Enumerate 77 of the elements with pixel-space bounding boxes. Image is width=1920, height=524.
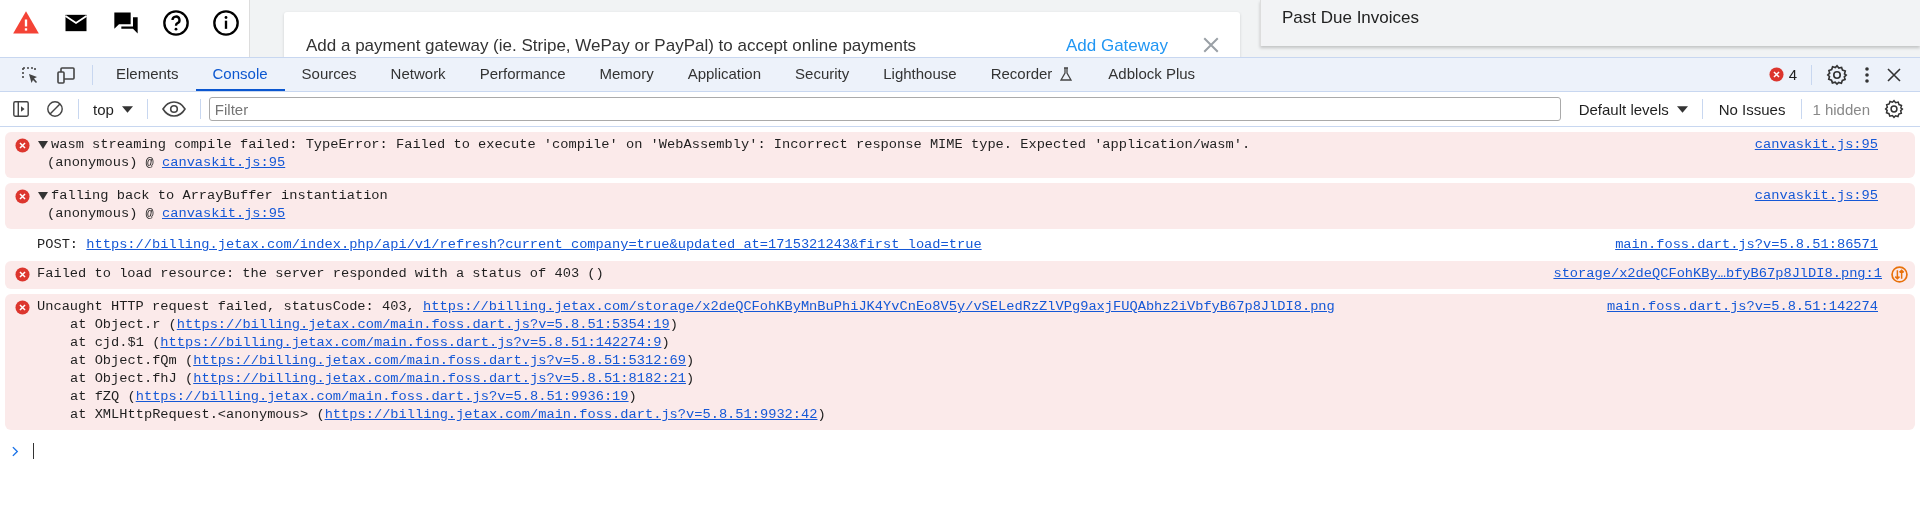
stack-text: at fZQ (: [70, 389, 136, 404]
panel-tab[interactable]: Security: [778, 58, 867, 91]
panel-tab[interactable]: Network: [373, 58, 463, 91]
stack-text: ): [817, 407, 826, 422]
source-link[interactable]: main.foss.dart.js?v=5.8.51:86571: [1615, 236, 1878, 254]
close-icon[interactable]: [1886, 66, 1902, 83]
stack-text: at cjd.$1 (: [70, 335, 161, 350]
message-text: Uncaught HTTP request failed, statusCode: 403,: [37, 299, 416, 314]
stack-text: ): [686, 371, 695, 386]
stack-text: (anonymous) @: [47, 155, 155, 170]
caret-icon: [121, 105, 133, 113]
help-icon[interactable]: [162, 8, 190, 37]
stack-text: at Object.fQm (: [70, 353, 194, 368]
caret-icon: [1676, 105, 1688, 113]
panel-tab[interactable]: Elements: [99, 58, 196, 91]
settings-icon[interactable]: [1826, 63, 1848, 86]
source-link[interactable]: canvaskit.js:95: [1754, 136, 1878, 154]
stack-text: at Object.fhJ (: [70, 371, 194, 386]
inspect-icon[interactable]: [20, 64, 40, 85]
panel-tab[interactable]: Adblock Plus: [1091, 58, 1213, 91]
error-icon: [1768, 67, 1784, 82]
message-text: wasm streaming compile failed: TypeError: Failed to execute 'compile' on 'WebAssembly': Incorrect response MIME type. Expected 'application/wasm'.: [51, 137, 1251, 152]
stack-text: (anonymous) @: [47, 206, 155, 221]
stack-text: ): [628, 389, 637, 404]
source-link[interactable]: main.foss.dart.js?v=5.8.51:142274: [1606, 298, 1878, 316]
banner-text: Add a payment gateway (ie. Stripe, WePay or PayPal) to accept online payments: [306, 36, 917, 56]
stack-text: at Object.r (: [70, 317, 177, 332]
info-icon[interactable]: [212, 8, 240, 37]
filter-field[interactable]: Filter: [208, 97, 1561, 121]
eye-icon[interactable]: [161, 101, 186, 117]
panel-tab[interactable]: Console: [195, 58, 285, 91]
stack-text: ): [669, 317, 678, 332]
sidebar-icon[interactable]: [12, 100, 30, 118]
url-link[interactable]: https://billing.jetax.com/storage/x2deQCFohKByMnBuPhiJK4YvCnEo8V5y/vSELedRzZlVPg9axjFUQAbhz2iVbfyB67p8JlDI8.png: [423, 299, 1335, 314]
more-icon[interactable]: [1864, 64, 1870, 85]
hidden-count: 1 hidden: [1811, 100, 1871, 118]
stack-link[interactable]: https://billing.jetax.com/main.foss.dart.js?v=5.8.51:9932:42: [324, 407, 818, 422]
prompt-icon: [12, 445, 19, 457]
error-count[interactable]: 4: [1760, 66, 1805, 83]
error-count-text: 4: [1788, 66, 1797, 83]
message-text: POST:: [37, 237, 80, 252]
context-dropdown[interactable]: top: [85, 100, 141, 118]
device-icon[interactable]: [56, 64, 78, 85]
url-link[interactable]: https://billing.jetax.com/index.php/api/v1/refresh?current_company=true&updated_at=1715321243&first_load=true: [86, 237, 982, 252]
error-icon: [14, 299, 30, 315]
stack-link[interactable]: https://billing.jetax.com/main.foss.dart.js?v=5.8.51:5312:69: [193, 353, 687, 368]
panel-tab[interactable]: Application: [670, 58, 779, 91]
clear-icon[interactable]: [46, 100, 64, 118]
text-cursor: [33, 443, 34, 459]
expand-arrow-icon[interactable]: [38, 140, 48, 150]
stack-text: ): [661, 335, 670, 350]
panel-tab[interactable]: Performance: [462, 58, 583, 91]
panel-tab[interactable]: Memory: [582, 58, 671, 91]
stack-link[interactable]: canvaskit.js:95: [162, 206, 286, 221]
panel-tab[interactable]: Lighthouse: [866, 58, 974, 91]
message-text: falling back to ArrayBuffer instantiation: [51, 188, 388, 203]
stack-link[interactable]: https://billing.jetax.com/main.foss.dart.js?v=5.8.51:8182:21: [193, 371, 687, 386]
settings-icon[interactable]: [1884, 99, 1904, 119]
stack-link[interactable]: canvaskit.js:95: [162, 155, 286, 170]
message-text: Failed to load resource: the server responded with a status of 403 (): [37, 266, 604, 281]
source-link[interactable]: storage/x2deQCFohKBy…bfyB67p8JlDI8.png:1: [1553, 265, 1882, 283]
panel-tab[interactable]: Sources: [284, 58, 374, 91]
stack-link[interactable]: https://billing.jetax.com/main.foss.dart.js?v=5.8.51:5354:19: [176, 317, 670, 332]
network-request-icon[interactable]: [1891, 265, 1908, 283]
stack-link[interactable]: https://billing.jetax.com/main.foss.dart.js?v=5.8.51:9936:19: [135, 389, 629, 404]
panel-tab[interactable]: Recorder: [973, 58, 1092, 91]
error-icon: [14, 266, 30, 282]
levels-dropdown[interactable]: Default levels: [1570, 100, 1696, 118]
source-link[interactable]: canvaskit.js:95: [1754, 187, 1878, 205]
error-icon: [14, 137, 30, 153]
issues-button[interactable]: No Issues: [1708, 100, 1796, 118]
stack-text: ): [686, 353, 695, 368]
expand-arrow-icon[interactable]: [38, 191, 48, 201]
stack-link[interactable]: https://billing.jetax.com/main.foss.dart.js?v=5.8.51:142274:9: [160, 335, 662, 350]
stack-text: at XMLHttpRequest.<anonymous> (: [70, 407, 325, 422]
error-icon: [14, 188, 30, 204]
card-title: Past Due Invoices: [1282, 8, 1419, 27]
